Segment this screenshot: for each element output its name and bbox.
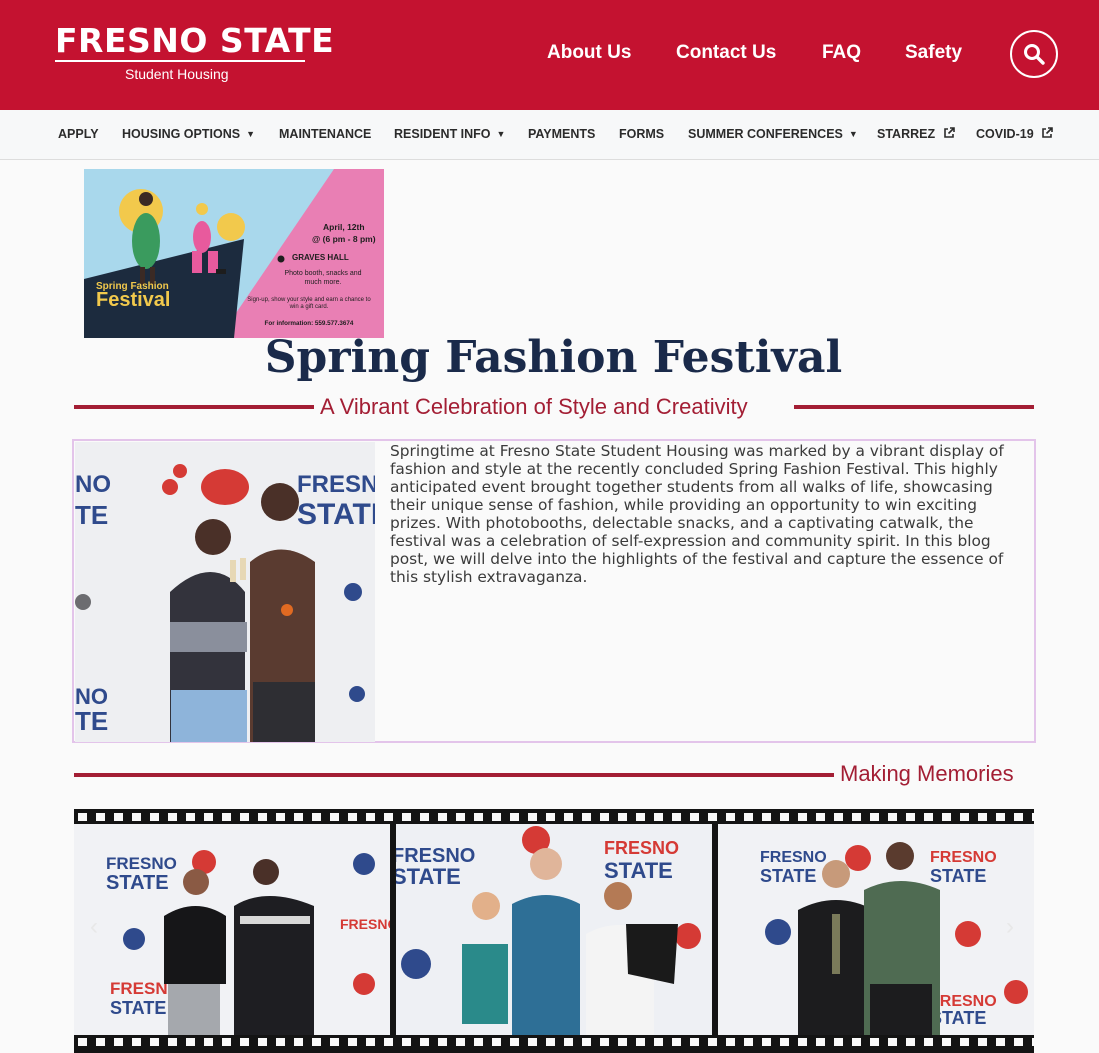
flyer-title-large: Festival (96, 289, 171, 311)
search-icon (1024, 44, 1045, 65)
flyer-info: For information: 559.577.3674 (264, 320, 354, 327)
flyer-signup: Sign-up, show your style and earn a chan… (247, 297, 371, 310)
svg-text:FRESNO: FRESNO (106, 854, 177, 873)
svg-text:STATE: STATE (110, 998, 166, 1018)
nav-covid-19[interactable]: COVID-19 (976, 127, 1053, 141)
search-button[interactable] (1010, 30, 1058, 78)
contact-us-link[interactable]: Contact Us (676, 42, 776, 64)
faq-link[interactable]: FAQ (822, 42, 861, 64)
intro-paragraph: Springtime at Fresno State Student Housi… (390, 442, 1004, 586)
carousel-slide[interactable]: FRESNO STATE FRESNO STATE FRESNO (74, 824, 390, 1035)
carousel-photo-1: FRESNO STATE FRESNO STATE FRESNO (74, 824, 390, 1035)
caret-down-icon: ▼ (246, 129, 255, 139)
site-header: FRESNO STATE Student Housing About Us Co… (0, 0, 1099, 110)
about-us-link[interactable]: About Us (547, 42, 631, 64)
svg-text:FRESNO: FRESNO (930, 849, 997, 866)
external-link-icon (1042, 127, 1053, 138)
subtitle-rule-left (74, 405, 314, 409)
section-heading-making-memories: Making Memories (840, 761, 1014, 786)
safety-link[interactable]: Safety (905, 42, 962, 64)
svg-text:STATE: STATE (930, 866, 986, 886)
caret-down-icon: ▼ (496, 129, 506, 139)
memories-rule (74, 773, 834, 777)
intro-photo-art: FRESNO STATE NO TE NO TE (75, 442, 375, 742)
flyer-date: April, 12th @ (6 pm - 8 pm) (312, 222, 376, 244)
photo-carousel[interactable]: FRESNO STATE FRESNO STATE FRESNO FRESNO … (74, 809, 1034, 1053)
carousel-slide[interactable]: FRESNO STATE FRESNO STATE FRESNO STATE (718, 824, 1034, 1035)
nav-maintenance[interactable]: MAINTENANCE (279, 127, 371, 141)
nav-resident-info[interactable]: RESIDENT INFO ▼ (394, 127, 505, 141)
logo-wordmark: FRESNO STATE (55, 21, 335, 60)
svg-text:STATE: STATE (106, 872, 169, 894)
intro-section: FRESNO STATE NO TE NO TE Springtime at F… (72, 439, 1036, 743)
chevron-left-icon[interactable]: ‹ (90, 913, 98, 941)
svg-text:FRESNO: FRESNO (340, 916, 390, 932)
event-flyer: April, 12th @ (6 pm - 8 pm) GRAVES HALL P… (84, 169, 384, 338)
svg-text:STATE: STATE (396, 864, 461, 889)
svg-text:FRESNO: FRESNO (604, 838, 679, 858)
nav-forms[interactable]: FORMS (619, 127, 664, 141)
subtitle-rule-right (794, 405, 1034, 409)
svg-text:FRESNO: FRESNO (760, 849, 827, 866)
nav-starrez[interactable]: STARREZ (877, 127, 955, 141)
carousel-photo-3: FRESNO STATE FRESNO STATE FRESNO STATE (718, 824, 1034, 1035)
carousel-slide[interactable]: FRESNO STATE FRESNO STATE (396, 824, 712, 1035)
page-subtitle: A Vibrant Celebration of Style and Creat… (320, 394, 748, 419)
main-navigation: APPLY HOUSING OPTIONS ▼ MAINTENANCE RESID… (0, 110, 1099, 160)
logo-subtitle: Student Housing (125, 66, 229, 82)
nav-payments[interactable]: PAYMENTS (528, 127, 595, 141)
svg-text:STATE: STATE (760, 866, 816, 886)
flyer-location: GRAVES HALL (292, 253, 349, 262)
external-link-icon (943, 127, 955, 138)
intro-photo: FRESNO STATE NO TE NO TE (75, 442, 375, 742)
flyer-extras: Photo booth, snacks and much more. (284, 270, 362, 286)
svg-text:NO: NO (75, 471, 111, 498)
svg-text:STATE: STATE (604, 858, 673, 883)
page-title: Spring Fashion Festival (264, 332, 843, 383)
chevron-right-icon[interactable]: › (1006, 913, 1014, 941)
nav-summer-conferences[interactable]: SUMMER CONFERENCES ▼ (688, 127, 858, 141)
fresno-state-logo[interactable]: FRESNO STATE Student Housing (55, 22, 334, 84)
svg-text:FRESNO: FRESNO (297, 471, 375, 498)
nav-housing-options[interactable]: HOUSING OPTIONS ▼ (122, 127, 255, 141)
caret-down-icon: ▼ (848, 129, 858, 139)
logo-divider (55, 60, 305, 62)
svg-text:TE: TE (75, 706, 108, 736)
nav-apply[interactable]: APPLY (58, 127, 99, 141)
svg-text:STATE: STATE (297, 498, 375, 531)
svg-text:TE: TE (75, 500, 108, 530)
carousel-photo-2: FRESNO STATE FRESNO STATE (396, 824, 712, 1035)
